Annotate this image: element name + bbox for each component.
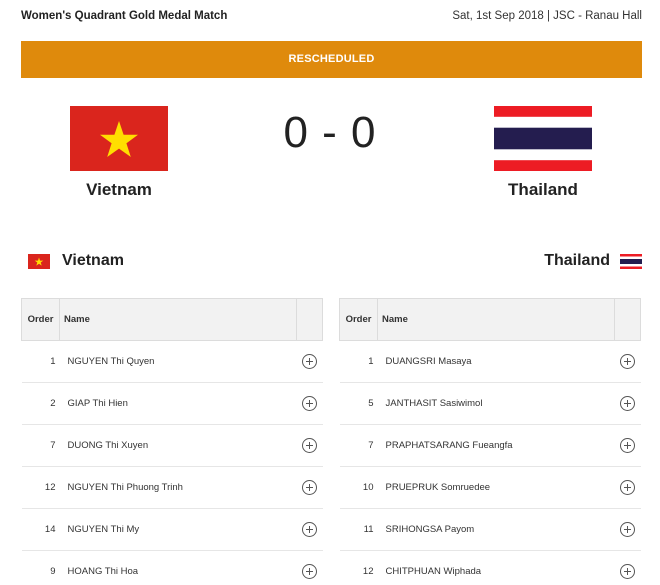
order-column-header: Order: [339, 298, 378, 341]
order-column-header: Order: [21, 298, 60, 341]
expand-plus-icon[interactable]: [302, 354, 317, 369]
player-order: 9: [21, 550, 60, 585]
table-row: 1 DUANGSRI Masaya: [339, 340, 641, 383]
name-column-header: Name: [59, 298, 297, 341]
player-name: DUONG Thi Xuyen: [59, 424, 297, 467]
player-order: 7: [339, 424, 378, 467]
table-row: 11 SRIHONGSA Payom: [339, 508, 641, 551]
player-name: JANTHASIT Sasiwimol: [377, 382, 615, 425]
player-order: 14: [21, 508, 60, 551]
player-order: 12: [339, 550, 378, 585]
table-row: 12 NGUYEN Thi Phuong Trinh: [21, 466, 323, 509]
home-team-name: Vietnam: [86, 180, 152, 199]
table-row: 7 PRAPHATSARANG Fueangfa: [339, 424, 641, 467]
player-name: NGUYEN Thi Quyen: [59, 340, 297, 383]
vietnam-flag-icon: [28, 253, 50, 269]
table-row: 1 NGUYEN Thi Quyen: [21, 340, 323, 383]
match-header: Women's Quadrant Gold Medal Match Sat, 1…: [0, 0, 660, 34]
away-roster-heading: Thailand: [544, 250, 642, 272]
expand-plus-icon[interactable]: [302, 480, 317, 495]
table-header-row: Order Name: [339, 298, 641, 341]
action-column-header: [296, 298, 323, 341]
table-row: 5 JANTHASIT Sasiwimol: [339, 382, 641, 425]
home-roster-team-name: Vietnam: [62, 252, 124, 269]
table-row: 12 CHITPHUAN Wiphada: [339, 550, 641, 585]
home-roster-table: Order Name 1 NGUYEN Thi Quyen 2 GIAP Thi…: [21, 298, 323, 585]
expand-plus-icon[interactable]: [302, 396, 317, 411]
expand-plus-icon[interactable]: [620, 480, 635, 495]
expand-plus-icon[interactable]: [302, 564, 317, 579]
expand-plus-icon[interactable]: [302, 522, 317, 537]
thailand-flag-icon: [620, 253, 642, 269]
table-header-row: Order Name: [21, 298, 323, 341]
action-column-header: [614, 298, 641, 341]
player-order: 1: [21, 340, 60, 383]
away-roster-team-name: Thailand: [544, 252, 610, 269]
expand-plus-icon[interactable]: [302, 438, 317, 453]
player-order: 12: [21, 466, 60, 509]
vietnam-flag-icon: [70, 106, 168, 171]
name-column-header: Name: [377, 298, 615, 341]
table-row: 7 DUONG Thi Xuyen: [21, 424, 323, 467]
player-name: PRAPHATSARANG Fueangfa: [377, 424, 615, 467]
player-order: 2: [21, 382, 60, 425]
table-row: 9 HOANG Thi Hoa: [21, 550, 323, 585]
player-order: 5: [339, 382, 378, 425]
expand-plus-icon[interactable]: [620, 438, 635, 453]
expand-plus-icon[interactable]: [620, 354, 635, 369]
table-row: 2 GIAP Thi Hien: [21, 382, 323, 425]
match-date-venue: Sat, 1st Sep 2018 | JSC - Ranau Hall: [452, 10, 642, 22]
player-name: NGUYEN Thi Phuong Trinh: [59, 466, 297, 509]
player-name: SRIHONGSA Payom: [377, 508, 615, 551]
player-name: PRUEPRUK Somruedee: [377, 466, 615, 509]
player-name: HOANG Thi Hoa: [59, 550, 297, 585]
match-score: 0 - 0: [283, 108, 377, 157]
player-name: NGUYEN Thi My: [59, 508, 297, 551]
away-roster-table: Order Name 1 DUANGSRI Masaya 5 JANTHASIT…: [339, 298, 641, 585]
player-order: 1: [339, 340, 378, 383]
home-roster-heading: Vietnam: [28, 250, 124, 272]
player-order: 11: [339, 508, 378, 551]
status-banner: RESCHEDULED: [21, 41, 642, 78]
player-name: GIAP Thi Hien: [59, 382, 297, 425]
expand-plus-icon[interactable]: [620, 522, 635, 537]
away-team-name: Thailand: [508, 180, 578, 199]
table-row: 10 PRUEPRUK Somruedee: [339, 466, 641, 509]
player-name: DUANGSRI Masaya: [377, 340, 615, 383]
player-order: 7: [21, 424, 60, 467]
player-order: 10: [339, 466, 378, 509]
expand-plus-icon[interactable]: [620, 564, 635, 579]
table-row: 14 NGUYEN Thi My: [21, 508, 323, 551]
expand-plus-icon[interactable]: [620, 396, 635, 411]
match-title: Women's Quadrant Gold Medal Match: [21, 10, 228, 22]
player-name: CHITPHUAN Wiphada: [377, 550, 615, 585]
thailand-flag-icon: [494, 106, 592, 171]
